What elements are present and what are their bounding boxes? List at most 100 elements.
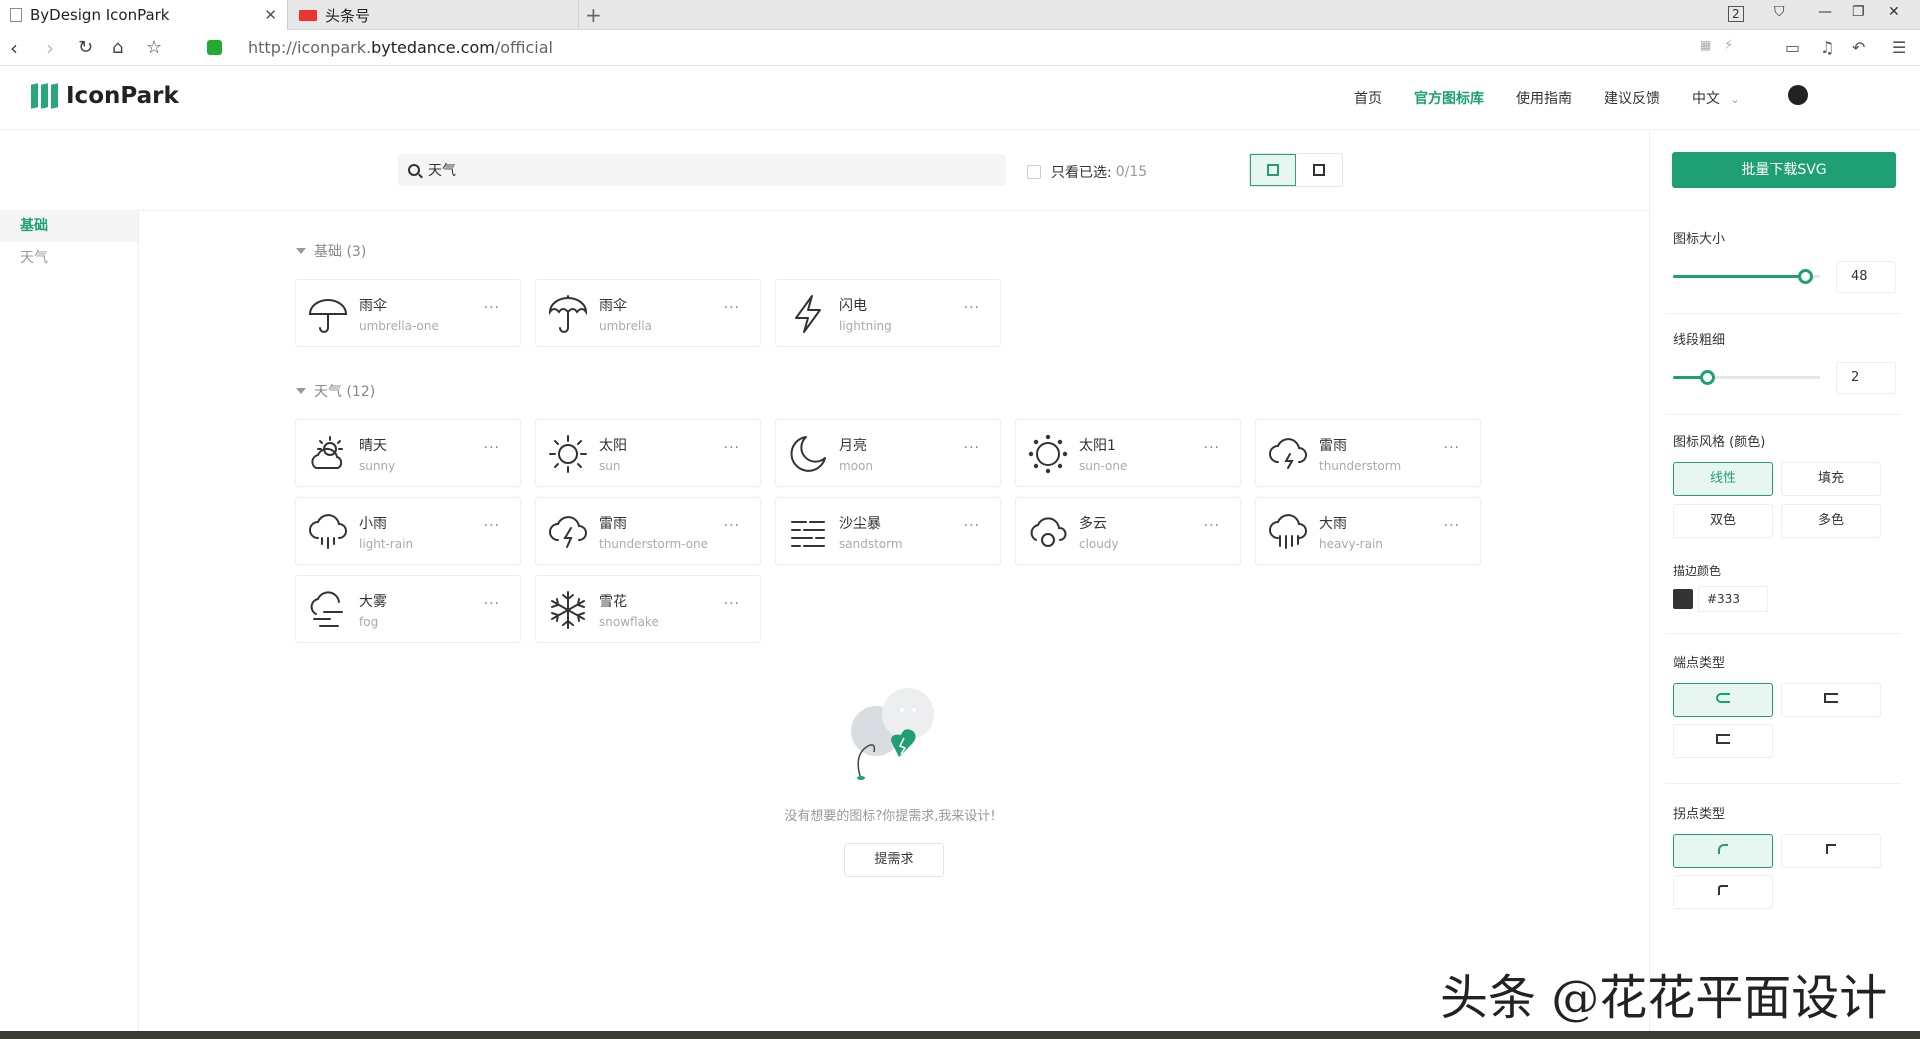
grid-view-button[interactable] <box>1250 154 1296 186</box>
style-multi-color-button[interactable]: 多色 <box>1781 504 1881 538</box>
new-tab-icon[interactable]: + <box>585 3 602 27</box>
more-options-icon[interactable]: ··· <box>724 300 740 316</box>
sidebar-item-weather[interactable]: 天气 <box>0 242 138 274</box>
only-selected-toggle[interactable]: 只看已选: 0/15 <box>1027 162 1147 182</box>
home-icon[interactable]: ⌂ <box>112 37 123 58</box>
style-filled-button[interactable]: 填充 <box>1781 462 1881 496</box>
group-header-basic[interactable]: 基础 (3) <box>296 241 366 261</box>
nav-home[interactable]: 首页 <box>1354 88 1382 108</box>
icon-card[interactable]: 雨伞 umbrella-one ··· <box>295 279 521 347</box>
nav-official-icons[interactable]: 官方图标库 <box>1414 88 1484 108</box>
cap-butt-button[interactable] <box>1781 683 1881 717</box>
undo-icon[interactable]: ↶ <box>1852 38 1865 57</box>
stroke-width-slider[interactable] <box>1673 370 1820 385</box>
style-two-tone-button[interactable]: 双色 <box>1673 504 1773 538</box>
icon-card[interactable]: 沙尘暴 sandstorm ··· <box>775 497 1001 565</box>
close-window-icon[interactable]: ✕ <box>1888 4 1900 20</box>
join-bevel-button[interactable] <box>1673 875 1773 909</box>
battery-icon[interactable]: ▭ <box>1785 38 1800 57</box>
nav-language[interactable]: 中文 ⌄ <box>1692 88 1740 108</box>
thunderstorm-icon <box>1269 438 1307 469</box>
more-options-icon[interactable]: ··· <box>964 440 980 456</box>
nav-feedback[interactable]: 建议反馈 <box>1604 88 1660 108</box>
back-icon[interactable]: ‹ <box>10 36 18 60</box>
icon-card[interactable]: 大雨 heavy-rain ··· <box>1255 497 1481 565</box>
security-shield-icon[interactable] <box>207 40 222 55</box>
more-options-icon[interactable]: ··· <box>1204 518 1220 534</box>
more-options-icon[interactable]: ··· <box>1444 518 1460 534</box>
icon-card[interactable]: 太阳1 sun-one ··· <box>1015 419 1241 487</box>
icon-card[interactable]: 多云 cloudy ··· <box>1015 497 1241 565</box>
search-input[interactable]: 天气 <box>398 154 1006 186</box>
request-icon-button[interactable]: 提需求 <box>844 843 944 877</box>
icon-name-cn: 月亮 <box>839 438 867 454</box>
more-options-icon[interactable]: ··· <box>1444 440 1460 456</box>
qr-icon[interactable]: ▦ <box>1700 38 1711 52</box>
cap-type-label: 端点类型 <box>1673 656 1726 671</box>
more-options-icon[interactable]: ··· <box>724 596 740 612</box>
icon-style-label: 图标风格 (颜色) <box>1673 435 1766 450</box>
slider-handle[interactable] <box>1700 370 1715 385</box>
icon-size-slider[interactable] <box>1673 269 1820 284</box>
icon-card[interactable]: 晴天 sunny ··· <box>295 419 521 487</box>
reload-icon[interactable]: ↻ <box>78 37 93 58</box>
icon-card[interactable]: 月亮 moon ··· <box>775 419 1001 487</box>
more-options-icon[interactable]: ··· <box>964 300 980 316</box>
square-cap-icon <box>1716 734 1730 744</box>
more-options-icon[interactable]: ··· <box>484 518 500 534</box>
more-options-icon[interactable]: ··· <box>484 300 500 316</box>
batch-download-svg-button[interactable]: 批量下载SVG <box>1672 152 1896 188</box>
join-round-button[interactable] <box>1673 834 1773 868</box>
only-selected-checkbox[interactable] <box>1027 165 1041 179</box>
icon-card[interactable]: 雪花 snowflake ··· <box>535 575 761 643</box>
cap-round-button[interactable] <box>1673 683 1773 717</box>
miter-join-icon <box>1826 844 1836 854</box>
tab-toutiao[interactable]: 头条号 <box>289 0 579 30</box>
icon-card[interactable]: 小雨 light-rain ··· <box>295 497 521 565</box>
stroke-width-input[interactable]: 2 <box>1836 362 1896 394</box>
sidebar-item-basic[interactable]: 基础 <box>0 210 138 242</box>
icon-name-en: lightning <box>839 319 892 333</box>
icon-card[interactable]: 太阳 sun ··· <box>535 419 761 487</box>
icon-card[interactable]: 雨伞 umbrella ··· <box>535 279 761 347</box>
more-options-icon[interactable]: ··· <box>724 440 740 456</box>
stroke-color-input[interactable]: #333 <box>1698 586 1768 612</box>
more-options-icon[interactable]: ··· <box>964 518 980 534</box>
github-icon[interactable] <box>1788 85 1808 105</box>
more-options-icon[interactable]: ··· <box>484 596 500 612</box>
menu-icon[interactable]: ☰ <box>1892 38 1906 57</box>
headphone-icon[interactable]: ♫ <box>1820 38 1834 57</box>
icon-name-cn: 大雾 <box>359 594 387 610</box>
close-tab-icon[interactable]: ✕ <box>264 6 277 24</box>
restore-icon[interactable]: ❐ <box>1852 4 1865 20</box>
style-outline-button[interactable]: 线性 <box>1673 462 1773 496</box>
stroke-width-label: 线段粗细 <box>1673 333 1726 348</box>
flash-icon[interactable]: ⚡ <box>1724 38 1733 53</box>
icon-card[interactable]: 闪电 lightning ··· <box>775 279 1001 347</box>
join-miter-button[interactable] <box>1781 834 1881 868</box>
forward-icon[interactable]: › <box>46 36 54 60</box>
tab-iconpark[interactable]: ByDesign IconPark ✕ <box>0 0 288 30</box>
divider <box>1665 313 1901 314</box>
icon-size-input[interactable]: 48 <box>1836 261 1896 293</box>
minimize-icon[interactable]: — <box>1818 4 1832 20</box>
more-options-icon[interactable]: ··· <box>484 440 500 456</box>
more-options-icon[interactable]: ··· <box>724 518 740 534</box>
more-options-icon[interactable]: ··· <box>1204 440 1220 456</box>
stroke-color-swatch[interactable] <box>1673 589 1693 609</box>
window-count-badge[interactable]: 2 <box>1728 6 1744 22</box>
cap-square-button[interactable] <box>1673 724 1773 758</box>
slider-handle[interactable] <box>1798 269 1813 284</box>
logo[interactable]: IconPark <box>31 83 179 109</box>
nav-guide[interactable]: 使用指南 <box>1516 88 1572 108</box>
icon-name-en: umbrella <box>599 319 652 333</box>
list-view-button[interactable] <box>1296 154 1342 186</box>
icon-card[interactable]: 大雾 fog ··· <box>295 575 521 643</box>
icon-card[interactable]: 雷雨 thunderstorm ··· <box>1255 419 1481 487</box>
cloudy-icon <box>1030 517 1067 547</box>
bookmark-star-icon[interactable]: ☆ <box>146 37 162 58</box>
icon-card[interactable]: 雷雨 thunderstorm-one ··· <box>535 497 761 565</box>
url-field[interactable]: http://iconpark.bytedance.com/official <box>248 38 553 57</box>
group-header-weather[interactable]: 天气 (12) <box>296 381 375 401</box>
shirt-icon[interactable]: ⛉ <box>1774 4 1785 20</box>
